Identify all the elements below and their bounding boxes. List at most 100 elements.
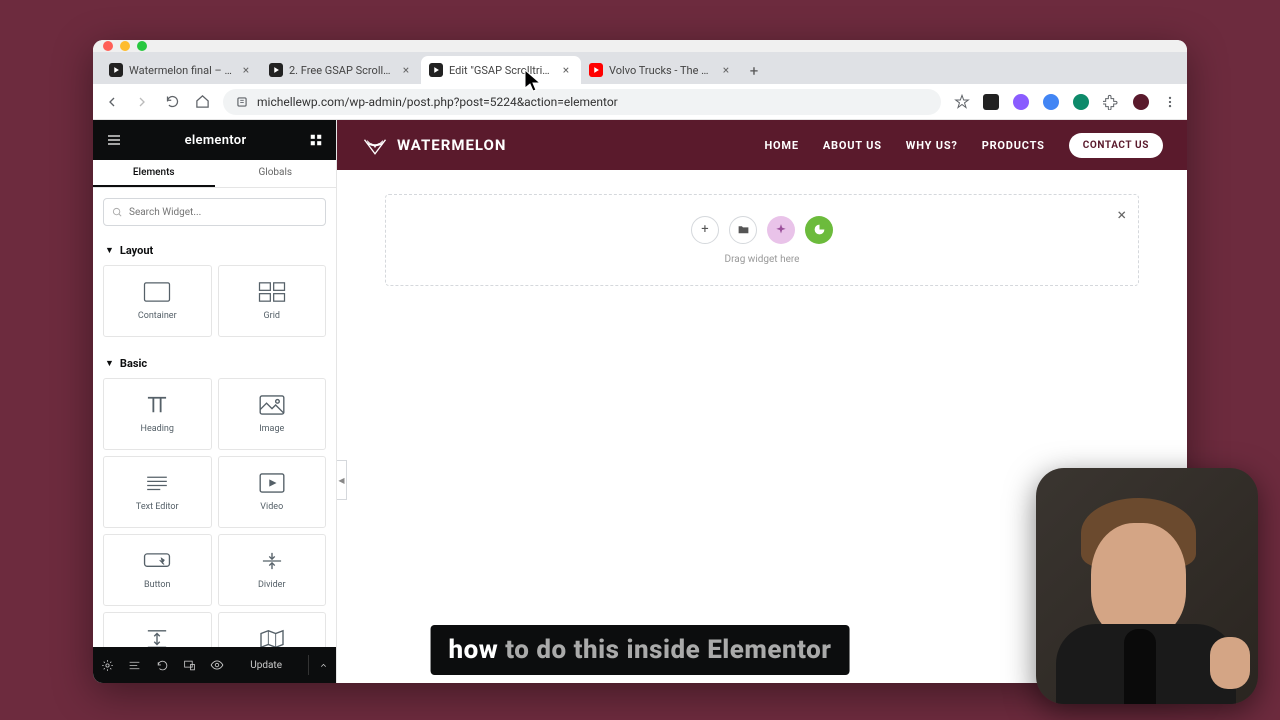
history-icon[interactable] — [156, 658, 169, 672]
widget-label: Heading — [141, 424, 174, 434]
nav-why[interactable]: WHY US? — [906, 139, 958, 152]
section-layout[interactable]: ▼ Layout — [103, 236, 326, 265]
browser-window: Watermelon final – GSAP sc × 2. Free GSA… — [93, 40, 1187, 683]
puzzle-icon[interactable] — [1103, 94, 1119, 110]
heading-icon — [143, 394, 171, 416]
tab-elements[interactable]: Elements — [93, 160, 215, 187]
section-label: Layout — [120, 244, 153, 257]
min-traffic-light[interactable] — [120, 41, 130, 51]
close-icon[interactable]: × — [239, 63, 253, 77]
tab-0[interactable]: Watermelon final – GSAP sc × — [101, 56, 261, 84]
divider-icon — [258, 550, 286, 572]
update-button[interactable]: Update — [238, 654, 294, 677]
widget-heading[interactable]: Heading — [103, 378, 212, 450]
ext-icon[interactable] — [1013, 94, 1029, 110]
widget-label: Divider — [258, 580, 286, 590]
widget-button[interactable]: Button — [103, 534, 212, 606]
widget-grid[interactable]: Grid — [218, 265, 327, 337]
url-field[interactable]: michellewp.com/wp-admin/post.php?post=52… — [223, 89, 941, 115]
tab-label: Edit "GSAP Scrolltrigger Ele — [449, 64, 553, 77]
navigator-icon[interactable] — [128, 658, 141, 672]
chevron-up-icon[interactable] — [308, 655, 328, 675]
close-icon[interactable]: × — [399, 63, 413, 77]
empty-section[interactable]: × + Drag widget here — [385, 194, 1139, 286]
contact-button[interactable]: CONTACT US — [1069, 133, 1163, 158]
back-button[interactable] — [103, 93, 121, 111]
tab-label: Globals — [258, 167, 292, 178]
widget-video[interactable]: Video — [218, 456, 327, 528]
nav-about[interactable]: ABOUT US — [823, 139, 882, 152]
widget-panel-body: ▼ Layout Container Grid ▼ Basic — [93, 236, 336, 647]
youtube-red-icon — [589, 63, 603, 77]
settings-icon[interactable] — [101, 658, 114, 672]
menu-icon[interactable] — [1163, 95, 1177, 109]
section-label: Basic — [120, 357, 147, 370]
profile-icon[interactable] — [1133, 94, 1149, 110]
tab-3[interactable]: Volvo Trucks - The Epic Spli × — [581, 56, 741, 84]
site-logo[interactable]: WATERMELON — [361, 131, 506, 159]
container-icon — [143, 281, 171, 303]
widget-divider[interactable]: Divider — [218, 534, 327, 606]
widget-google-maps[interactable]: Google Maps — [218, 612, 327, 647]
tab-label: Elements — [133, 167, 175, 178]
extension-icons — [983, 94, 1177, 110]
sidebar-header: elementor — [93, 120, 336, 160]
reload-button[interactable] — [163, 93, 181, 111]
app-content: elementor Elements Globals ▼ Layout — [93, 120, 1187, 683]
url-text: michellewp.com/wp-admin/post.php?post=52… — [257, 95, 618, 109]
widget-image[interactable]: Image — [218, 378, 327, 450]
grid-icon — [258, 281, 286, 303]
close-icon[interactable]: × — [719, 63, 733, 77]
search-input[interactable] — [129, 207, 317, 218]
preview-icon[interactable] — [210, 658, 224, 672]
close-icon[interactable]: × — [559, 63, 573, 77]
caption-main: to do this inside Elementor — [505, 635, 831, 665]
youtube-icon — [429, 63, 443, 77]
home-button[interactable] — [193, 93, 211, 111]
elementor-logo: elementor — [185, 133, 247, 148]
webcam-overlay — [1036, 468, 1258, 704]
add-section-button[interactable]: + — [691, 216, 719, 244]
star-icon[interactable] — [953, 93, 971, 111]
ext-icon[interactable] — [1073, 94, 1089, 110]
chevron-down-icon: ▼ — [105, 358, 114, 369]
drag-hint: Drag widget here — [725, 254, 800, 265]
elementor-sidebar: elementor Elements Globals ▼ Layout — [93, 120, 337, 683]
youtube-icon — [109, 63, 123, 77]
video-icon — [258, 472, 286, 494]
close-icon[interactable]: × — [1117, 205, 1126, 224]
watermelon-icon — [361, 131, 389, 159]
forward-button[interactable] — [133, 93, 151, 111]
youtube-icon — [269, 63, 283, 77]
widget-text-editor[interactable]: Text Editor — [103, 456, 212, 528]
widget-label: Button — [144, 580, 170, 590]
template-button[interactable] — [729, 216, 757, 244]
green-button[interactable] — [805, 216, 833, 244]
tab-2[interactable]: Edit "GSAP Scrolltrigger Ele × — [421, 56, 581, 84]
tab-label: Watermelon final – GSAP sc — [129, 64, 233, 77]
ext-icon[interactable] — [1043, 94, 1059, 110]
panel-toggle[interactable]: ◀ — [337, 460, 347, 500]
widget-container[interactable]: Container — [103, 265, 212, 337]
close-traffic-light[interactable] — [103, 41, 113, 51]
search-icon — [112, 207, 123, 218]
tab-bar: Watermelon final – GSAP sc × 2. Free GSA… — [93, 52, 1187, 84]
new-tab-button[interactable]: + — [741, 58, 767, 84]
nav-home[interactable]: HOME — [764, 139, 798, 152]
widget-spacer[interactable]: Spacer — [103, 612, 212, 647]
hamburger-icon[interactable] — [105, 132, 123, 148]
max-traffic-light[interactable] — [137, 41, 147, 51]
widget-label: Grid — [264, 311, 280, 321]
tab-globals[interactable]: Globals — [215, 160, 337, 187]
nav-products[interactable]: PRODUCTS — [982, 139, 1045, 152]
grid-icon[interactable] — [308, 133, 324, 147]
tab-1[interactable]: 2. Free GSAP Scrolltrigger E × — [261, 56, 421, 84]
ai-button[interactable] — [767, 216, 795, 244]
tab-label: Volvo Trucks - The Epic Spli — [609, 64, 713, 77]
widget-label: Image — [259, 424, 284, 434]
responsive-icon[interactable] — [183, 658, 196, 672]
section-basic[interactable]: ▼ Basic — [103, 349, 326, 378]
empty-section-buttons: + — [691, 216, 833, 244]
ext-icon[interactable] — [983, 94, 999, 110]
search-widget[interactable] — [103, 198, 326, 226]
